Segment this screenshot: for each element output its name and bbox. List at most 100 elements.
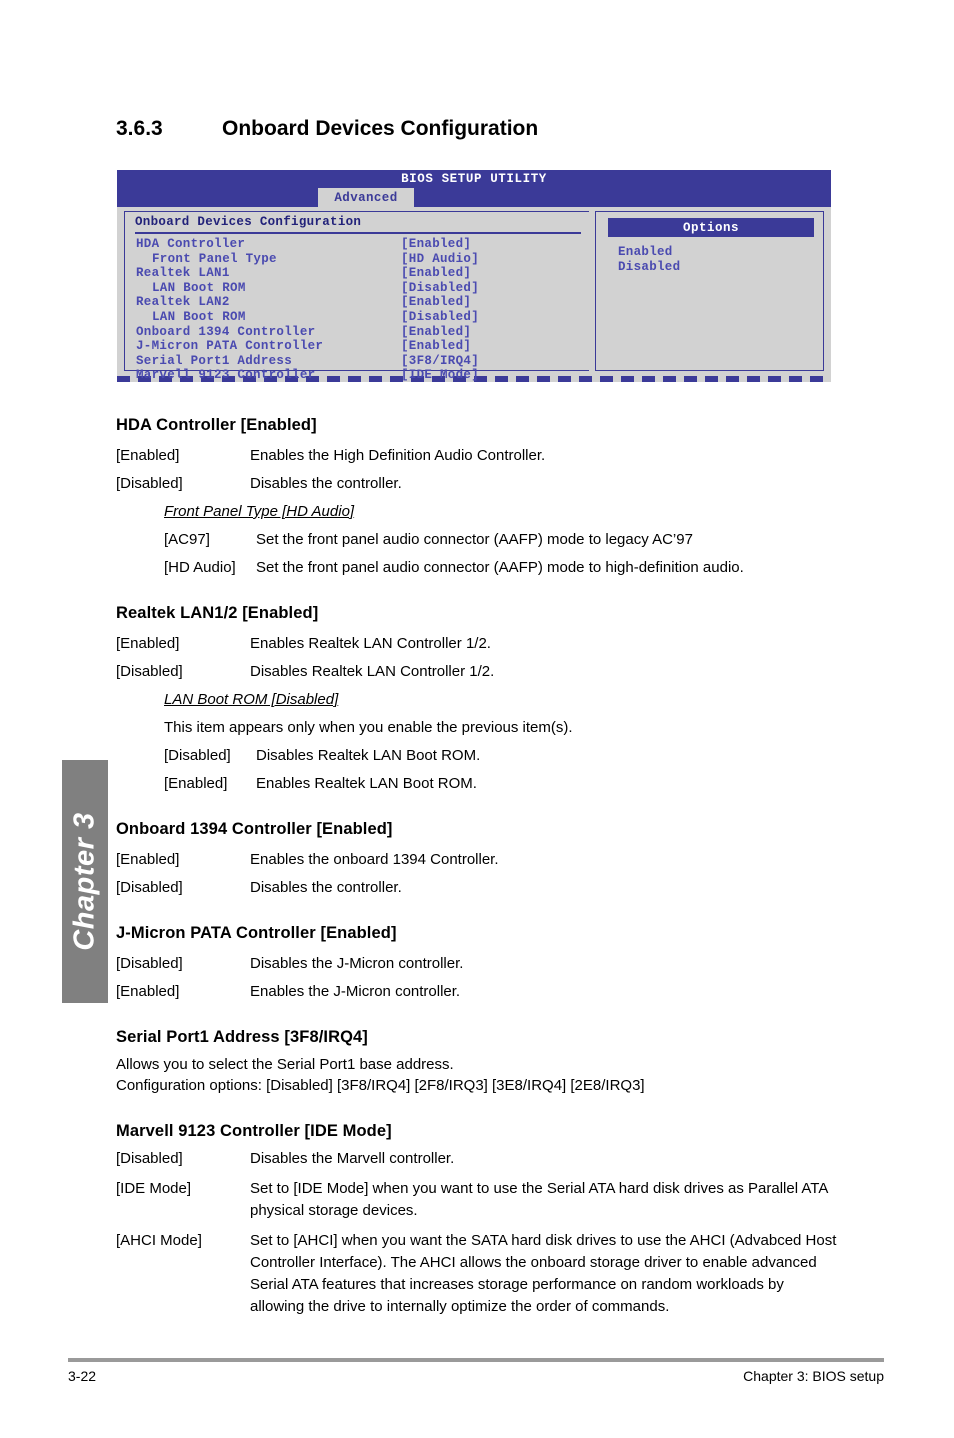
section-title: Onboard Devices Configuration (222, 117, 539, 140)
definition-row: [Disabled] Disables the Marvell controll… (116, 1148, 842, 1170)
bios-row-front-panel-type[interactable]: Front Panel Type [HD Audio] (136, 252, 589, 267)
definition-desc: Set to [AHCI] when you want the SATA har… (250, 1232, 837, 1315)
definition-row: [Disabled] Disables the controller. (116, 874, 842, 902)
definition-row: [Enabled] Enables Realtek LAN Controller… (116, 630, 842, 658)
bios-item-value: [3F8/IRQ4] (401, 353, 480, 368)
subheading-jmicron-pata: J-Micron PATA Controller [Enabled] (116, 924, 397, 942)
divider (135, 232, 581, 234)
definition-row: [IDE Mode] Set to [IDE Mode] when you wa… (116, 1178, 842, 1222)
definition-term: [Enabled] (164, 775, 228, 792)
definition-row: [Enabled] Enables the High Definition Au… (116, 442, 842, 470)
definition-desc: Disables Realtek LAN Boot ROM. (256, 747, 481, 764)
sub-item-lan-boot-rom: LAN Boot ROM [Disabled] This item appear… (164, 686, 842, 798)
definition-term: [Disabled] (164, 747, 231, 764)
bios-settings-panel: Onboard Devices Configuration HDA Contro… (124, 211, 589, 382)
definition-row: [Disabled] Disables the J-Micron control… (116, 950, 842, 978)
definition-row: [HD Audio] Set the front panel audio con… (164, 554, 842, 582)
tab-advanced[interactable]: Advanced (318, 188, 414, 207)
bios-row-realtek-lan1[interactable]: Realtek LAN1 [Enabled] (136, 266, 589, 281)
subheading-serial-port1: Serial Port1 Address [3F8/IRQ4] (116, 1028, 368, 1046)
definition-term: [Enabled] (116, 983, 180, 1000)
options-list: Enabled Disabled (596, 237, 823, 274)
bios-row-lan2-boot-rom[interactable]: LAN Boot ROM [Disabled] (136, 310, 589, 325)
bios-item-label: LAN Boot ROM (152, 280, 246, 295)
bios-item-label: HDA Controller (136, 237, 246, 251)
options-header: Options (608, 218, 814, 237)
serial-port-line-2: Configuration options: [Disabled] [3F8/I… (116, 1077, 645, 1094)
subheading-onboard-1394: Onboard 1394 Controller [Enabled] (116, 820, 393, 838)
definition-term: [Disabled] (116, 955, 183, 972)
definition-row: [AC97] Set the front panel audio connect… (164, 526, 842, 554)
bios-row-realtek-lan2[interactable]: Realtek LAN2 [Enabled] (136, 295, 589, 310)
definition-desc: Enables Realtek LAN Controller 1/2. (250, 635, 491, 652)
serial-port-description: Allows you to select the Serial Port1 ba… (116, 1054, 842, 1096)
bios-row-hda-controller[interactable]: HDA Controller [Enabled] (136, 237, 589, 252)
bios-settings-list: HDA Controller [Enabled] Front Panel Typ… (135, 237, 589, 383)
definition-term: [Enabled] (116, 447, 180, 464)
bios-row-serial-port1-address[interactable]: Serial Port1 Address [3F8/IRQ4] (136, 354, 589, 369)
definition-row: [Disabled] Disables Realtek LAN Controll… (116, 658, 842, 686)
footer-divider (68, 1358, 884, 1362)
bios-item-value: [Enabled] (401, 295, 472, 310)
bios-row-onboard-1394-controller[interactable]: Onboard 1394 Controller [Enabled] (136, 325, 589, 340)
bios-row-marvell-9123-controller[interactable]: Marvell 9123 Controller [IDE Mode] (136, 368, 589, 383)
bios-item-value: [Enabled] (401, 237, 472, 251)
bios-item-value: [Enabled] (401, 266, 472, 281)
bios-row-lan1-boot-rom[interactable]: LAN Boot ROM [Disabled] (136, 281, 589, 296)
definition-desc: Enables Realtek LAN Boot ROM. (256, 775, 477, 792)
definition-term: [Disabled] (116, 879, 183, 896)
bios-item-value: [Disabled] (401, 280, 480, 295)
bios-tab-row: Advanced (117, 188, 831, 207)
definition-row: [Enabled] Enables Realtek LAN Boot ROM. (164, 770, 842, 798)
option-enabled[interactable]: Enabled (618, 245, 823, 260)
definition-desc: Disables the controller. (250, 879, 402, 896)
sub-item-front-panel-type: Front Panel Type [HD Audio] [AC97] Set t… (164, 498, 842, 582)
definition-desc: Disables the controller. (250, 475, 402, 492)
bios-item-label: Front Panel Type (152, 251, 277, 266)
definition-term: [Enabled] (116, 851, 180, 868)
section-number: 3.6.3 (116, 117, 163, 140)
definition-term: [AHCI Mode] (116, 1232, 202, 1249)
bios-item-label: Serial Port1 Address (136, 353, 293, 368)
page-title: 3.6.3 Onboard Devices Configuration (116, 117, 538, 141)
definition-term: [Disabled] (116, 475, 183, 492)
bios-utility-title: BIOS SETUP UTILITY (401, 172, 547, 186)
definition-row: [Disabled] Disables the controller. (116, 470, 842, 498)
definition-row: [Enabled] Enables the J-Micron controlle… (116, 978, 842, 1006)
sub-item-title: LAN Boot ROM [Disabled] (164, 691, 339, 708)
sub-item-note: This item appears only when you enable t… (164, 719, 573, 736)
definition-desc: Set the front panel audio connector (AAF… (256, 531, 693, 548)
chapter-tab-label: Chapter 3 (68, 812, 101, 951)
subheading-hda-controller: HDA Controller [Enabled] (116, 416, 317, 434)
definition-desc: Set the front panel audio connector (AAF… (256, 559, 744, 576)
definition-term: [Disabled] (116, 663, 183, 680)
sub-item-title: Front Panel Type [HD Audio] (164, 503, 355, 520)
subheading-marvell-9123: Marvell 9123 Controller [IDE Mode] (116, 1122, 392, 1140)
bios-item-value: [IDE Mode] (401, 368, 480, 383)
section-content: HDA Controller [Enabled] [Enabled] Enabl… (116, 416, 842, 1318)
bios-item-value: [HD Audio] (401, 251, 480, 266)
bios-item-label: Realtek LAN2 (136, 295, 230, 310)
bios-header: BIOS SETUP UTILITY (117, 170, 831, 188)
subheading-realtek-lan: Realtek LAN1/2 [Enabled] (116, 604, 319, 622)
bios-item-label: Onboard 1394 Controller (136, 324, 316, 339)
bios-item-label: Marvell 9123 Controller (136, 368, 316, 383)
bios-setup-screenshot: BIOS SETUP UTILITY Advanced Onboard Devi… (117, 170, 831, 382)
definition-term: [Enabled] (116, 635, 180, 652)
option-disabled[interactable]: Disabled (618, 260, 823, 275)
bios-item-value: [Enabled] (401, 339, 472, 354)
definition-desc: Set to [IDE Mode] when you want to use t… (250, 1180, 828, 1219)
definition-row: [Enabled] Enables the onboard 1394 Contr… (116, 846, 842, 874)
bios-body: Onboard Devices Configuration HDA Contro… (117, 207, 831, 382)
bios-row-jmicron-pata-controller[interactable]: J-Micron PATA Controller [Enabled] (136, 339, 589, 354)
footer-page-number: 3-22 (68, 1368, 97, 1384)
bios-options-panel: Options Enabled Disabled (595, 211, 824, 371)
definition-desc: Disables Realtek LAN Controller 1/2. (250, 663, 495, 680)
definition-desc: Enables the J-Micron controller. (250, 983, 461, 1000)
bios-item-label: J-Micron PATA Controller (136, 339, 324, 354)
definition-term: [AC97] (164, 531, 210, 548)
bios-item-value: [Enabled] (401, 324, 472, 339)
serial-port-line-1: Allows you to select the Serial Port1 ba… (116, 1056, 454, 1073)
